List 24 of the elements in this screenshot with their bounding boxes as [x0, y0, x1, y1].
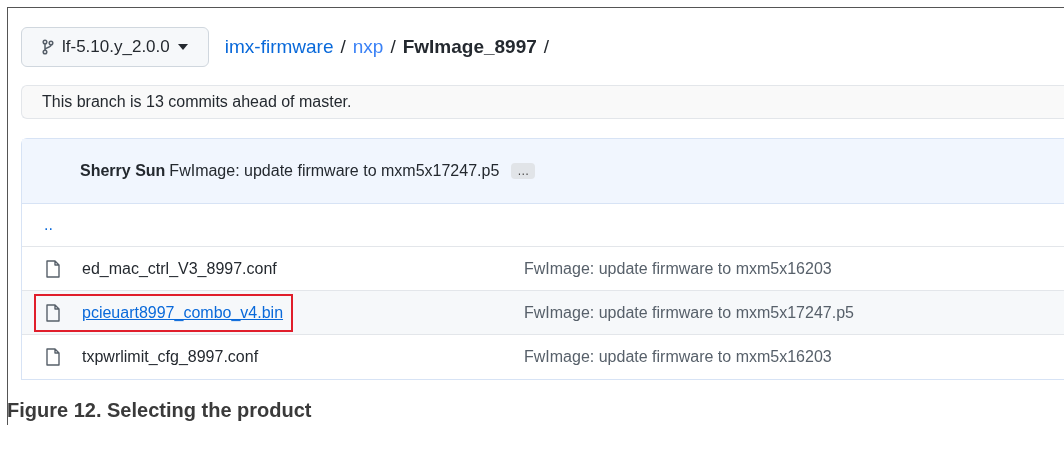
file-commit-message[interactable]: FwImage: update firmware to mxm5x16203 — [524, 256, 832, 281]
breadcrumb-link[interactable]: nxp — [352, 32, 384, 62]
file-icon — [46, 259, 60, 278]
file-icon — [46, 348, 60, 366]
file-link[interactable]: txpwrlimit_cfg_8997.conf — [82, 345, 259, 369]
breadcrumb-link[interactable]: imx-firmware — [224, 32, 334, 62]
figure-caption: Figure 12. Selecting the product — [7, 398, 313, 423]
caret-icon — [177, 44, 188, 50]
path-separator: / — [390, 34, 396, 59]
notice-text: This branch is 13 commits ahead of master. — [42, 92, 352, 112]
file-icon — [46, 303, 60, 322]
commit-author[interactable]: Sherry Sun — [80, 159, 166, 183]
branch-icon — [42, 39, 54, 55]
expand-button[interactable]: … — [511, 163, 536, 179]
path-separator: / — [340, 34, 346, 59]
path-separator: / — [543, 34, 550, 59]
file-row[interactable]: pcieuart8997_combo_v4.bin FwImage: update firmware to mxm5x17247.p5 — [22, 291, 1064, 335]
file-link[interactable]: ed_mac_ctrl_V3_8997.conf — [82, 256, 277, 281]
parent-folder-link[interactable]: .. — [44, 213, 53, 237]
current-folder: FwImage_8997 — [402, 34, 537, 59]
file-commit-message[interactable]: FwImage: update firmware to mxm5x17247.p5 — [524, 300, 854, 325]
file-commit-message[interactable]: FwImage: update firmware to mxm5x16203 — [524, 345, 832, 369]
commit-message[interactable]: FwImage: update firmware to mxm5x17247.p5 — [169, 159, 500, 183]
branch-button[interactable]: lf-5.10.y_2.0.0 — [21, 27, 209, 67]
